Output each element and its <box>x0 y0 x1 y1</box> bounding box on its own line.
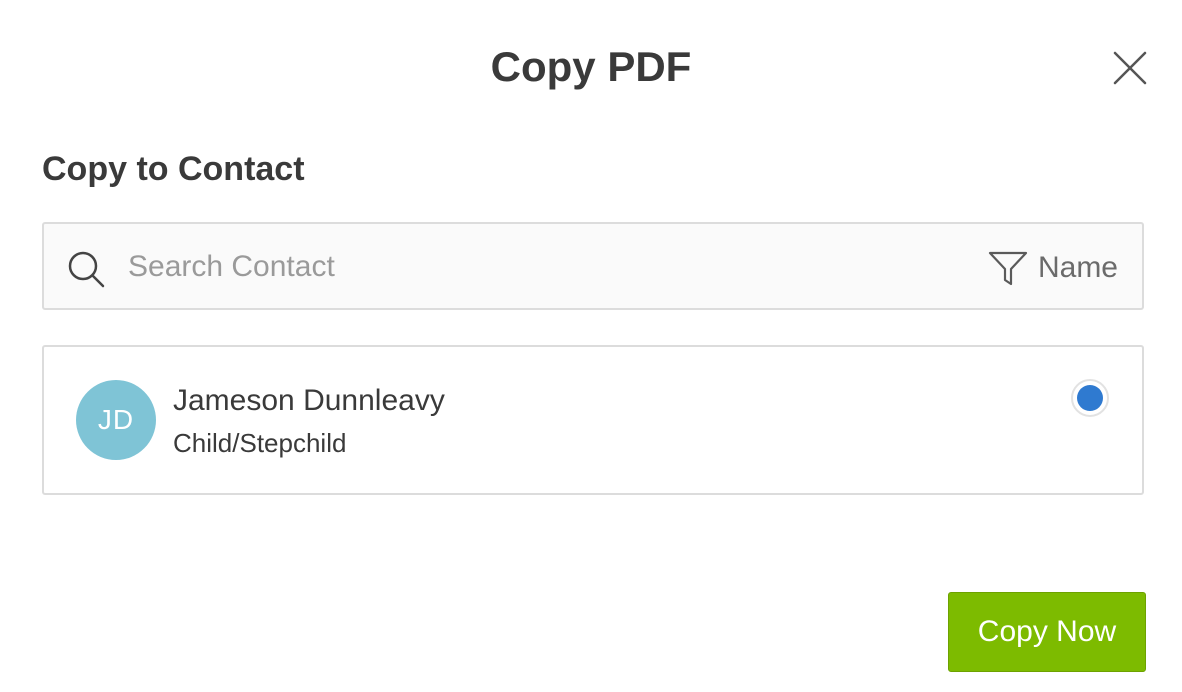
sort-by-name-button[interactable]: Name <box>988 244 1118 292</box>
sort-label: Name <box>1037 251 1118 284</box>
copy-pdf-dialog: Copy PDF Copy to Contact Name JD Jameson… <box>0 0 1182 692</box>
filter-icon <box>988 251 1028 286</box>
contact-name: Jameson Dunnleavy <box>173 384 445 417</box>
search-icon <box>68 251 105 288</box>
contact-select-radio[interactable] <box>1071 379 1109 417</box>
contact-relation: Child/Stepchild <box>173 428 347 458</box>
dialog-title: Copy PDF <box>490 43 692 90</box>
section-heading: Copy to Contact <box>42 150 305 188</box>
search-input[interactable] <box>128 242 928 292</box>
close-button[interactable] <box>1112 50 1148 86</box>
close-icon <box>1113 51 1147 85</box>
contact-list: JD Jameson Dunnleavy Child/Stepchild <box>42 345 1144 495</box>
radio-selected-dot <box>1077 385 1103 411</box>
copy-now-button[interactable]: Copy Now <box>948 592 1146 672</box>
avatar: JD <box>76 380 156 460</box>
search-bar: Name <box>42 222 1144 310</box>
contact-row[interactable]: JD Jameson Dunnleavy Child/Stepchild <box>44 347 1142 493</box>
